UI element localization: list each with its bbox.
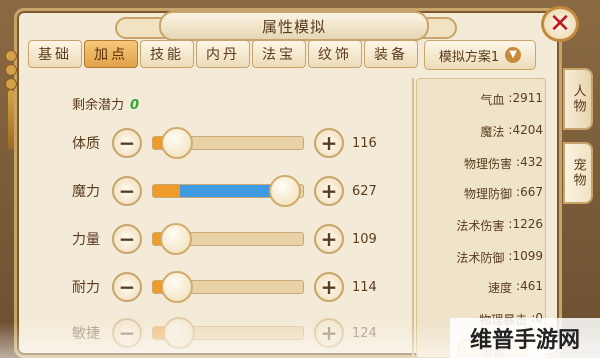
tab-skills[interactable]: 技能 bbox=[140, 40, 194, 68]
pane-divider bbox=[412, 78, 414, 358]
remaining-potential-value: 0 bbox=[130, 98, 140, 113]
decrease-button[interactable]: − bbox=[112, 128, 142, 158]
attribute-value: 116 bbox=[352, 135, 377, 151]
increase-button[interactable]: + bbox=[314, 224, 344, 254]
remaining-potential: 剩余潜力 0 bbox=[72, 94, 139, 113]
attribute-value: 109 bbox=[352, 231, 377, 247]
attribute-row-constitution: 体质 − + 116 bbox=[72, 127, 412, 159]
attribute-row-strength: 力量 − + 109 bbox=[72, 223, 412, 255]
tab-basic[interactable]: 基础 bbox=[28, 40, 82, 68]
title-plate: 属性模拟 bbox=[159, 11, 429, 41]
attribute-label: 力量 bbox=[72, 232, 100, 248]
side-tab-pet[interactable]: 宠物 bbox=[563, 142, 593, 204]
tab-inner-core[interactable]: 内丹 bbox=[196, 40, 250, 68]
slider-handle[interactable] bbox=[160, 223, 192, 255]
attribute-label: 敏捷 bbox=[72, 326, 100, 342]
chevron-down-icon: ▼ bbox=[505, 47, 522, 63]
increase-button[interactable]: + bbox=[314, 318, 344, 348]
remaining-potential-label: 剩余潜力 bbox=[72, 98, 125, 113]
attribute-label: 体质 bbox=[72, 136, 100, 152]
decrease-button[interactable]: − bbox=[112, 176, 142, 206]
decrease-button[interactable]: − bbox=[112, 318, 142, 348]
attribute-value: 627 bbox=[352, 183, 377, 199]
attribute-value: 124 bbox=[352, 325, 377, 341]
stat-hp: 气血:2911 bbox=[480, 91, 543, 107]
tab-allocate[interactable]: 加点 bbox=[84, 40, 138, 68]
decrease-button[interactable]: − bbox=[112, 272, 142, 302]
tab-bar: 基础 加点 技能 内丹 法宝 纹饰 装备 bbox=[28, 40, 418, 68]
stat-magic-def: 法术防御:1099 bbox=[456, 249, 543, 265]
close-icon: ✕ bbox=[549, 9, 571, 39]
tab-decoration[interactable]: 纹饰 bbox=[308, 40, 362, 68]
stat-mp: 魔法:4204 bbox=[480, 123, 543, 139]
increase-button[interactable]: + bbox=[314, 272, 344, 302]
slider-fill bbox=[153, 185, 180, 197]
attribute-slider[interactable] bbox=[152, 175, 304, 207]
attribute-slider[interactable] bbox=[152, 271, 304, 303]
slider-handle[interactable] bbox=[161, 127, 193, 159]
watermark: 维普手游网 bbox=[450, 318, 600, 358]
attribute-slider[interactable] bbox=[152, 223, 304, 255]
attribute-row-agility: 敏捷 − + 124 bbox=[72, 317, 412, 349]
attribute-slider[interactable] bbox=[152, 317, 304, 349]
slider-handle[interactable] bbox=[269, 175, 301, 207]
allocation-pane: 剩余潜力 0 体质 − + 116 魔力 − + 627 力量 − + 109 耐… bbox=[28, 76, 418, 358]
slider-handle[interactable] bbox=[163, 317, 195, 349]
increase-button[interactable]: + bbox=[314, 128, 344, 158]
tab-equipment[interactable]: 装备 bbox=[364, 40, 418, 68]
stat-speed: 速度:461 bbox=[488, 279, 543, 295]
increase-button[interactable]: + bbox=[314, 176, 344, 206]
slider-handle[interactable] bbox=[161, 271, 193, 303]
stat-magic-atk: 法术伤害:1226 bbox=[456, 217, 543, 233]
stats-pane: 气血:2911 魔法:4204 物理伤害:432 物理防御:667 法术伤害:1… bbox=[416, 78, 546, 358]
scheme-label: 模拟方案1 bbox=[438, 49, 500, 65]
attribute-value: 114 bbox=[352, 279, 377, 295]
close-button[interactable]: ✕ bbox=[541, 6, 579, 42]
attribute-slider[interactable] bbox=[152, 127, 304, 159]
attribute-row-magic: 魔力 − + 627 bbox=[72, 175, 412, 207]
scheme-dropdown[interactable]: 模拟方案1 ▼ bbox=[424, 40, 536, 70]
attribute-label: 魔力 bbox=[72, 184, 100, 200]
attribute-label: 耐力 bbox=[72, 280, 100, 296]
attribute-row-endurance: 耐力 − + 114 bbox=[72, 271, 412, 303]
tassel-ornament bbox=[0, 50, 22, 150]
window-title: 属性模拟 bbox=[261, 17, 326, 36]
side-tab-character[interactable]: 人物 bbox=[563, 68, 593, 130]
decrease-button[interactable]: − bbox=[112, 224, 142, 254]
tab-treasure[interactable]: 法宝 bbox=[252, 40, 306, 68]
stat-phys-atk: 物理伤害:432 bbox=[464, 155, 543, 171]
stat-phys-def: 物理防御:667 bbox=[464, 185, 543, 201]
